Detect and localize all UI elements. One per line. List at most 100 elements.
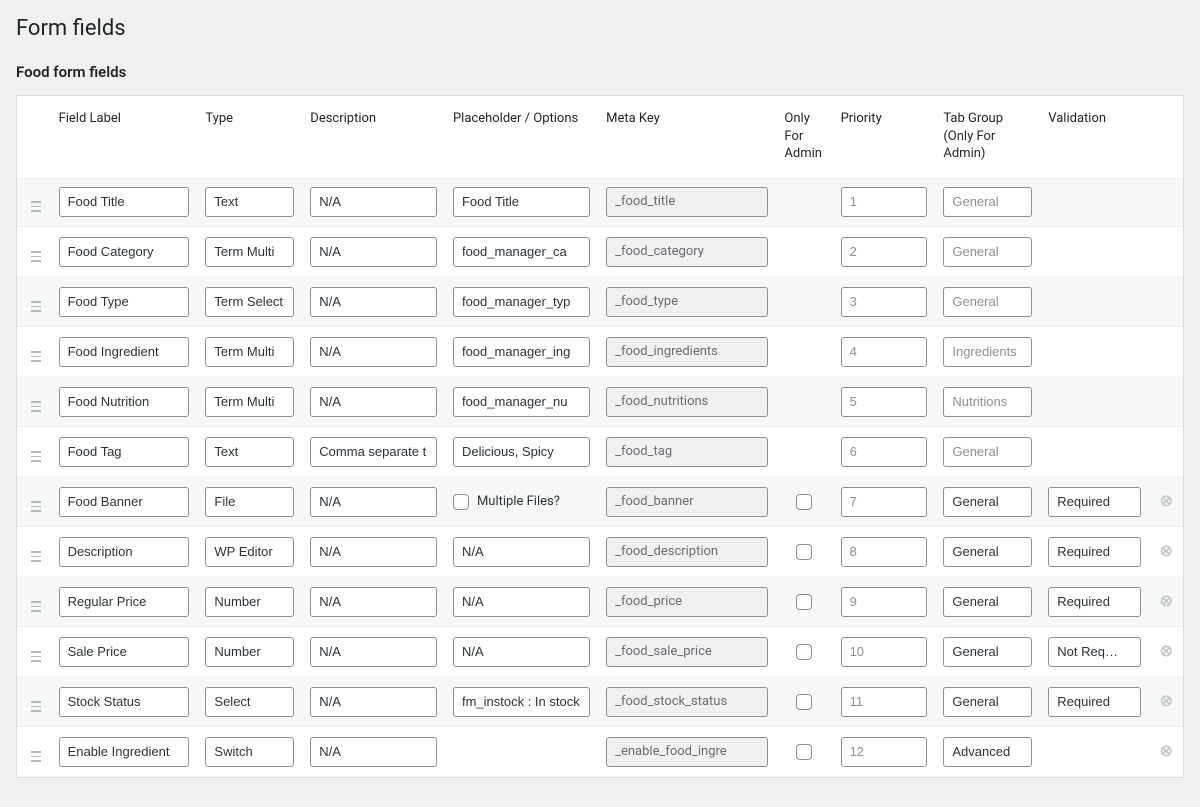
type-select[interactable]: TextTerm MultiTerm SelectFileWP EditorNu… — [205, 637, 294, 667]
field-label-input[interactable] — [59, 587, 190, 617]
description-input[interactable] — [310, 387, 437, 417]
multiple-files-toggle[interactable]: Multiple Files? — [453, 494, 590, 510]
remove-row-icon[interactable]: ⊗ — [1158, 643, 1174, 659]
drag-handle-icon[interactable] — [31, 401, 41, 412]
priority-input[interactable] — [841, 287, 928, 317]
description-input[interactable] — [310, 637, 437, 667]
type-select[interactable]: TextTerm MultiTerm SelectFileWP EditorNu… — [205, 387, 294, 417]
drag-handle-icon[interactable] — [31, 701, 41, 712]
priority-input[interactable] — [841, 187, 928, 217]
drag-handle-icon[interactable] — [31, 651, 41, 662]
placeholder-input[interactable] — [453, 637, 590, 667]
remove-row-icon[interactable]: ⊗ — [1158, 743, 1174, 759]
description-input[interactable] — [310, 187, 437, 217]
type-select[interactable]: TextTerm MultiTerm SelectFileWP EditorNu… — [205, 437, 294, 467]
drag-handle-icon[interactable] — [31, 601, 41, 612]
description-input[interactable] — [310, 687, 437, 717]
description-input[interactable] — [310, 737, 437, 767]
priority-input[interactable] — [841, 487, 928, 517]
tab-group-select[interactable]: GeneralIngredientsNutritionsAdvanced — [943, 187, 1032, 217]
remove-row-icon[interactable]: ⊗ — [1158, 593, 1174, 609]
drag-handle-icon[interactable] — [31, 201, 41, 212]
tab-group-select[interactable]: GeneralIngredientsNutritionsAdvanced — [943, 287, 1032, 317]
only-for-admin-checkbox[interactable] — [796, 544, 812, 560]
drag-handle-icon[interactable] — [31, 301, 41, 312]
field-label-input[interactable] — [59, 437, 190, 467]
tab-group-select[interactable]: GeneralIngredientsNutritionsAdvanced — [943, 437, 1032, 467]
field-label-input[interactable] — [59, 387, 190, 417]
placeholder-select[interactable]: food_manager_typ — [453, 287, 590, 317]
type-select[interactable]: TextTerm MultiTerm SelectFileWP EditorNu… — [205, 737, 294, 767]
field-label-input[interactable] — [59, 687, 190, 717]
drag-handle-icon[interactable] — [31, 351, 41, 362]
description-input[interactable] — [310, 237, 437, 267]
only-for-admin-checkbox[interactable] — [796, 744, 812, 760]
placeholder-input[interactable] — [453, 187, 590, 217]
validation-select[interactable]: RequiredNot Required — [1048, 687, 1141, 717]
validation-select[interactable]: RequiredNot Required — [1048, 537, 1141, 567]
remove-row-icon[interactable]: ⊗ — [1158, 693, 1174, 709]
tab-group-select[interactable]: GeneralIngredientsNutritionsAdvanced — [943, 737, 1032, 767]
validation-select[interactable]: RequiredNot Required — [1048, 587, 1141, 617]
type-select[interactable]: TextTerm MultiTerm SelectFileWP EditorNu… — [205, 187, 294, 217]
field-label-input[interactable] — [59, 637, 190, 667]
tab-group-select[interactable]: GeneralIngredientsNutritionsAdvanced — [943, 637, 1032, 667]
drag-handle-icon[interactable] — [31, 501, 41, 512]
tab-group-select[interactable]: GeneralIngredientsNutritionsAdvanced — [943, 387, 1032, 417]
field-label-input[interactable] — [59, 187, 190, 217]
tab-group-select[interactable]: GeneralIngredientsNutritionsAdvanced — [943, 537, 1032, 567]
type-select[interactable]: TextTerm MultiTerm SelectFileWP EditorNu… — [205, 337, 294, 367]
drag-handle-icon[interactable] — [31, 551, 41, 562]
field-label-input[interactable] — [59, 337, 190, 367]
type-select[interactable]: TextTerm MultiTerm SelectFileWP EditorNu… — [205, 587, 294, 617]
priority-input[interactable] — [841, 737, 928, 767]
remove-row-icon[interactable]: ⊗ — [1158, 543, 1174, 559]
placeholder-select[interactable]: food_manager_nu — [453, 387, 590, 417]
drag-handle-icon[interactable] — [31, 751, 41, 762]
tab-group-select[interactable]: GeneralIngredientsNutritionsAdvanced — [943, 237, 1032, 267]
tab-group-select[interactable]: GeneralIngredientsNutritionsAdvanced — [943, 487, 1032, 517]
only-for-admin-checkbox[interactable] — [796, 494, 812, 510]
field-label-input[interactable] — [59, 287, 190, 317]
only-for-admin-checkbox[interactable] — [796, 594, 812, 610]
validation-select[interactable]: RequiredNot RequiredNot Req… — [1048, 637, 1141, 667]
field-label-input[interactable] — [59, 737, 190, 767]
priority-input[interactable] — [841, 237, 928, 267]
priority-input[interactable] — [841, 587, 928, 617]
priority-input[interactable] — [841, 537, 928, 567]
placeholder-select[interactable]: food_manager_ca — [453, 237, 590, 267]
field-label-input[interactable] — [59, 537, 190, 567]
type-select[interactable]: TextTerm MultiTerm SelectFileWP EditorNu… — [205, 237, 294, 267]
description-input[interactable] — [310, 437, 437, 467]
tab-group-select[interactable]: GeneralIngredientsNutritionsAdvanced — [943, 587, 1032, 617]
description-input[interactable] — [310, 587, 437, 617]
only-for-admin-checkbox[interactable] — [796, 644, 812, 660]
description-input[interactable] — [310, 537, 437, 567]
placeholder-select[interactable]: food_manager_ing — [453, 337, 590, 367]
drag-handle-icon[interactable] — [31, 251, 41, 262]
priority-input[interactable] — [841, 437, 928, 467]
type-select[interactable]: TextTerm MultiTerm SelectFileWP EditorNu… — [205, 687, 294, 717]
drag-handle-icon[interactable] — [31, 451, 41, 462]
description-input[interactable] — [310, 487, 437, 517]
multiple-files-checkbox[interactable] — [453, 494, 469, 510]
placeholder-input[interactable] — [453, 537, 590, 567]
remove-row-icon[interactable]: ⊗ — [1158, 493, 1174, 509]
priority-input[interactable] — [841, 387, 928, 417]
description-input[interactable] — [310, 287, 437, 317]
placeholder-input[interactable] — [453, 437, 590, 467]
type-select[interactable]: TextTerm MultiTerm SelectFileWP EditorNu… — [205, 487, 294, 517]
placeholder-input[interactable] — [453, 687, 590, 717]
placeholder-input[interactable] — [453, 587, 590, 617]
only-for-admin-checkbox[interactable] — [796, 694, 812, 710]
validation-select[interactable]: RequiredNot Required — [1048, 487, 1141, 517]
tab-group-select[interactable]: GeneralIngredientsNutritionsAdvanced — [943, 337, 1032, 367]
description-input[interactable] — [310, 337, 437, 367]
type-select[interactable]: TextTerm MultiTerm SelectFileWP EditorNu… — [205, 287, 294, 317]
priority-input[interactable] — [841, 637, 928, 667]
type-select[interactable]: TextTerm MultiTerm SelectFileWP EditorNu… — [205, 537, 294, 567]
field-label-input[interactable] — [59, 237, 190, 267]
priority-input[interactable] — [841, 337, 928, 367]
tab-group-select[interactable]: GeneralIngredientsNutritionsAdvanced — [943, 687, 1032, 717]
field-label-input[interactable] — [59, 487, 190, 517]
